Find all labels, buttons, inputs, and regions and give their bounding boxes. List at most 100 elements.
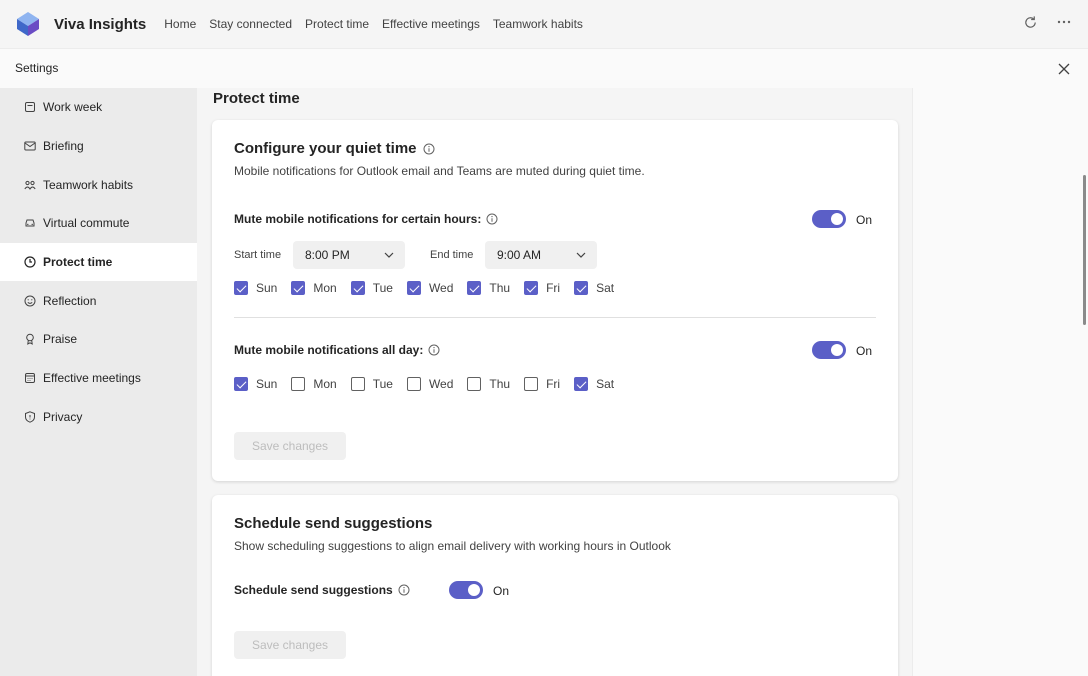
day-checkbox-tue[interactable]: Tue — [350, 281, 393, 295]
sidebar-item-privacy[interactable]: Privacy — [0, 398, 197, 437]
sidebar-item-label: Praise — [43, 332, 78, 347]
clock-icon — [24, 256, 36, 268]
checkbox[interactable] — [406, 281, 421, 295]
day-checkbox-mon[interactable]: Mon — [291, 281, 337, 295]
day-checkbox-sun[interactable]: Sun — [234, 377, 277, 391]
schedule-send-toggle[interactable] — [449, 581, 483, 599]
mute-hours-label: Mute mobile notifications for certain ho… — [234, 212, 498, 226]
schedule-send-toggle-state: On — [493, 584, 510, 598]
sidebar-item-work-week[interactable]: Work week — [0, 88, 197, 127]
checkbox[interactable] — [574, 281, 589, 295]
more-options-icon[interactable] — [1056, 14, 1072, 30]
info-icon[interactable] — [423, 143, 435, 155]
checkbox[interactable] — [406, 377, 421, 391]
save-changes-button[interactable]: Save changes — [234, 432, 346, 460]
checkbox[interactable] — [524, 281, 539, 295]
checkbox[interactable] — [350, 377, 365, 391]
day-label: Thu — [489, 281, 511, 295]
checkbox[interactable] — [467, 281, 482, 295]
quiet-time-title-text: Configure your quiet time — [234, 140, 417, 157]
day-checkbox-fri[interactable]: Fri — [524, 281, 560, 295]
schedule-send-label: Schedule send suggestions — [234, 583, 410, 597]
nav-teamwork-habits[interactable]: Teamwork habits — [493, 17, 583, 31]
sidebar-item-effective-meetings[interactable]: Effective meetings — [0, 359, 197, 398]
shield-icon — [25, 411, 35, 423]
day-label: Tue — [372, 281, 393, 295]
nav-protect-time[interactable]: Protect time — [305, 17, 369, 31]
schedule-send-description: Show scheduling suggestions to align ema… — [234, 539, 671, 553]
sidebar-item-briefing[interactable]: Briefing — [0, 127, 197, 166]
checkbox[interactable] — [291, 281, 306, 295]
quiet-time-title: Configure your quiet time — [234, 140, 435, 157]
sidebar-item-label: Protect time — [43, 255, 113, 270]
quiet-time-card: Configure your quiet time Mobile notific… — [212, 120, 898, 481]
car-icon — [25, 219, 35, 227]
day-checkbox-tue[interactable]: Tue — [350, 377, 393, 391]
checkbox[interactable] — [524, 377, 539, 391]
day-checkbox-sun[interactable]: Sun — [234, 281, 277, 295]
sidebar-item-label: Reflection — [43, 293, 97, 308]
day-checkbox-fri[interactable]: Fri — [524, 377, 560, 391]
settings-sidebar: Work week Briefing Teamwork habits Virtu… — [0, 88, 197, 676]
mute-hours-toggle-state: On — [856, 213, 873, 227]
day-checkbox-sat[interactable]: Sat — [574, 377, 614, 391]
day-label: Fri — [546, 377, 561, 391]
nav-stay-connected[interactable]: Stay connected — [209, 17, 292, 31]
day-checkbox-mon[interactable]: Mon — [291, 377, 337, 391]
mute-hours-label-text: Mute mobile notifications for certain ho… — [234, 212, 482, 226]
quiet-time-description: Mobile notifications for Outlook email a… — [234, 164, 645, 178]
day-label: Sat — [596, 281, 615, 295]
checkbox[interactable] — [291, 377, 306, 391]
day-checkbox-thu[interactable]: Thu — [467, 281, 510, 295]
viva-insights-logo — [14, 10, 42, 38]
checkbox[interactable] — [350, 281, 365, 295]
calendar-grid-icon — [25, 373, 35, 384]
mute-all-day-label: Mute mobile notifications all day: — [234, 343, 440, 357]
end-time-dropdown[interactable]: 9:00 AM — [485, 241, 597, 269]
checkbox[interactable] — [467, 377, 482, 391]
checkbox[interactable] — [574, 377, 589, 391]
mute-all-day-toggle[interactable] — [812, 341, 846, 359]
end-time-label: End time — [430, 249, 474, 261]
sidebar-item-label: Teamwork habits — [43, 177, 134, 192]
sidebar-item-teamwork-habits[interactable]: Teamwork habits — [0, 165, 197, 204]
day-checkbox-wed[interactable]: Wed — [406, 377, 453, 391]
scrollbar[interactable] — [1083, 175, 1086, 325]
nav-effective-meetings[interactable]: Effective meetings — [382, 17, 480, 31]
sidebar-item-praise[interactable]: Praise — [0, 320, 197, 359]
settings-header: Settings — [0, 48, 1088, 88]
save-changes-button[interactable]: Save changes — [234, 631, 346, 659]
day-checkbox-wed[interactable]: Wed — [406, 281, 453, 295]
sidebar-item-label: Briefing — [43, 139, 84, 154]
app-name: Viva Insights — [54, 15, 147, 33]
sidebar-item-reflection[interactable]: Reflection — [0, 281, 197, 320]
top-nav: Home Stay connected Protect time Effecti… — [164, 17, 583, 31]
day-label: Sun — [256, 281, 278, 295]
info-icon[interactable] — [486, 213, 498, 225]
sidebar-item-protect-time[interactable]: Protect time — [0, 242, 197, 282]
sidebar-item-virtual-commute[interactable]: Virtual commute — [0, 204, 197, 243]
checkbox[interactable] — [234, 377, 248, 391]
day-checkbox-thu[interactable]: Thu — [467, 377, 510, 391]
calendar-icon — [25, 102, 35, 113]
info-icon[interactable] — [428, 344, 440, 356]
sidebar-item-label: Privacy — [43, 409, 83, 424]
page-title: Protect time — [213, 90, 300, 107]
mute-all-day-label-text: Mute mobile notifications all day: — [234, 343, 424, 357]
schedule-send-card: Schedule send suggestions Show schedulin… — [212, 495, 898, 676]
settings-title: Settings — [15, 61, 59, 75]
checkbox[interactable] — [234, 281, 248, 295]
sidebar-item-label: Work week — [43, 100, 103, 115]
start-time-dropdown[interactable]: 8:00 PM — [293, 241, 405, 269]
main-content: Protect time Configure your quiet time M… — [197, 88, 912, 676]
chevron-down-icon — [576, 252, 586, 258]
refresh-icon[interactable] — [1022, 14, 1038, 30]
info-icon[interactable] — [398, 584, 410, 596]
mute-hours-toggle[interactable] — [812, 210, 846, 228]
chevron-down-icon — [384, 252, 394, 258]
close-icon[interactable] — [1056, 61, 1072, 77]
nav-home[interactable]: Home — [164, 17, 196, 31]
right-pane — [912, 88, 1088, 676]
day-checkbox-sat[interactable]: Sat — [574, 281, 614, 295]
smiley-icon — [24, 295, 36, 307]
